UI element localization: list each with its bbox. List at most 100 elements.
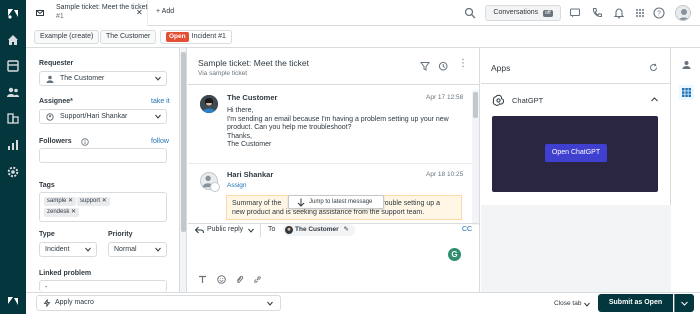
app-name[interactable]: ChatGPT — [512, 96, 543, 105]
product-tray-icon[interactable] — [634, 7, 646, 19]
attachment-icon[interactable] — [235, 275, 244, 284]
breadcrumb-ticket[interactable]: Open Incident #1 — [160, 30, 232, 44]
info-icon[interactable] — [81, 138, 89, 146]
followers-field[interactable] — [39, 148, 167, 163]
help-icon[interactable]: ? — [653, 7, 665, 19]
add-tab-label: Add — [161, 8, 175, 15]
tag-support[interactable]: support ✕ — [77, 197, 110, 206]
conversations-status-badge: off — [543, 10, 553, 17]
type-label: Type — [39, 231, 55, 238]
chevron-down-icon — [155, 76, 161, 81]
cc-button[interactable]: CC — [462, 226, 472, 233]
apps-panel-empty-area — [481, 205, 671, 292]
assignee-group-icon — [46, 113, 54, 121]
chevron-down-icon — [267, 301, 273, 306]
apply-macro-button[interactable]: Apply macro — [36, 295, 281, 311]
link-icon[interactable] — [253, 275, 262, 284]
chevron-down-icon[interactable] — [248, 228, 254, 233]
linked-problem-select[interactable]: - — [39, 280, 167, 292]
take-it-link[interactable]: take it — [151, 98, 170, 105]
msg1-line: product. Can you help me troubleshoot? — [227, 124, 352, 131]
add-tab-button[interactable]: + Add — [156, 8, 174, 15]
chevron-down-icon — [681, 301, 688, 306]
views-icon[interactable] — [6, 59, 20, 73]
jump-to-latest-button[interactable]: Jump to latest message — [288, 195, 384, 209]
open-chatgpt-button[interactable]: Open ChatGPT — [545, 144, 607, 162]
msg1-line: The Customer — [227, 141, 272, 148]
grammarly-icon[interactable]: G — [448, 248, 461, 261]
organizations-icon[interactable] — [6, 111, 20, 125]
tag-zendesk[interactable]: zendesk ✕ — [44, 208, 80, 217]
assign-link[interactable]: Assign — [227, 182, 247, 189]
emoji-icon[interactable] — [217, 275, 226, 284]
breadcrumb-organization[interactable]: Example (create) — [34, 30, 100, 44]
edit-pencil-icon[interactable]: ✎ — [344, 226, 349, 233]
breadcrumb-customer[interactable]: The Customer — [100, 30, 157, 44]
zendesk-logo-icon[interactable] — [6, 6, 20, 20]
zendesk-products-icon[interactable] — [6, 294, 20, 308]
close-tab-select[interactable]: Close tab — [554, 300, 581, 307]
history-icon[interactable] — [438, 61, 448, 71]
chevron-down-icon[interactable] — [584, 302, 590, 307]
chevron-up-icon[interactable] — [651, 97, 658, 102]
chevron-down-icon — [155, 114, 161, 119]
ticket-subject[interactable]: Sample ticket: Meet the ticket — [198, 58, 309, 68]
ticket-tab[interactable]: Sample ticket: Meet the ticket #1 ✕ — [26, 0, 148, 26]
assignee-field[interactable]: Support/Hari Shankar — [39, 109, 167, 124]
more-options-icon[interactable]: ⋮ — [458, 59, 468, 69]
phone-icon[interactable] — [591, 7, 603, 19]
close-tab-label: Close tab — [554, 300, 582, 307]
conversations-button[interactable]: Conversations off — [485, 5, 561, 21]
chevron-down-icon — [85, 247, 91, 252]
submit-button[interactable]: Submit as Open — [598, 294, 673, 312]
chatgpt-logo-icon — [492, 94, 505, 106]
reporting-icon[interactable] — [6, 138, 20, 152]
notifications-bell-icon[interactable] — [613, 7, 625, 19]
chat-icon[interactable] — [569, 7, 581, 19]
divider — [481, 83, 671, 84]
tag-label: zendesk — [47, 209, 70, 215]
customers-icon[interactable] — [6, 85, 20, 99]
priority-select[interactable]: Normal — [108, 242, 167, 257]
customer-avatar-icon — [200, 95, 218, 113]
msg2-author[interactable]: Hari Shankar — [227, 170, 273, 179]
msg1-author[interactable]: The Customer — [227, 93, 277, 102]
recipient-avatar-icon — [285, 226, 293, 234]
requester-label: Requester — [39, 60, 74, 67]
tags-field[interactable]: sample ✕ support ✕ zendesk ✕ — [39, 192, 167, 222]
msg2-date: Apr 18 10:25 — [426, 171, 464, 178]
home-icon[interactable] — [6, 33, 20, 47]
to-label: To — [268, 226, 276, 233]
follow-link[interactable]: follow — [151, 138, 169, 145]
filter-icon[interactable] — [420, 61, 430, 71]
arrow-down-icon — [297, 198, 305, 207]
status-badge: Open — [166, 32, 189, 42]
tag-sample[interactable]: sample ✕ — [44, 197, 77, 206]
apps-title: Apps — [491, 63, 511, 73]
submit-options-button[interactable] — [674, 294, 694, 312]
conversation-scroll-thumb[interactable] — [473, 92, 478, 118]
divider — [260, 223, 261, 237]
refresh-icon[interactable] — [649, 63, 658, 72]
linked-problem-label: Linked problem — [39, 270, 92, 277]
lightning-icon — [43, 299, 51, 307]
reply-type-select[interactable]: Public reply — [207, 226, 243, 233]
close-tab-icon[interactable]: ✕ — [136, 8, 143, 17]
recipient-pill[interactable]: The Customer ✎ — [283, 224, 355, 236]
search-icon[interactable] — [464, 7, 476, 19]
chevron-down-icon — [155, 247, 161, 252]
reply-textarea[interactable] — [188, 238, 480, 292]
text-format-icon[interactable] — [198, 275, 207, 284]
admin-gear-icon[interactable] — [6, 165, 20, 179]
apps-rail-button[interactable] — [679, 85, 694, 100]
msg1-line: I'm sending an email because I'm having … — [227, 115, 449, 123]
reply-type-label: Public reply — [207, 226, 244, 233]
requester-field[interactable]: The Customer — [39, 71, 167, 86]
jump-to-latest-label: Jump to latest message — [309, 199, 373, 205]
user-avatar[interactable] — [675, 5, 691, 21]
type-select[interactable]: Incident — [39, 242, 97, 257]
properties-scroll-thumb[interactable] — [181, 52, 186, 232]
customer-avatar[interactable] — [200, 95, 218, 113]
svg-text:?: ? — [657, 11, 661, 18]
user-profile-icon[interactable] — [682, 60, 691, 69]
